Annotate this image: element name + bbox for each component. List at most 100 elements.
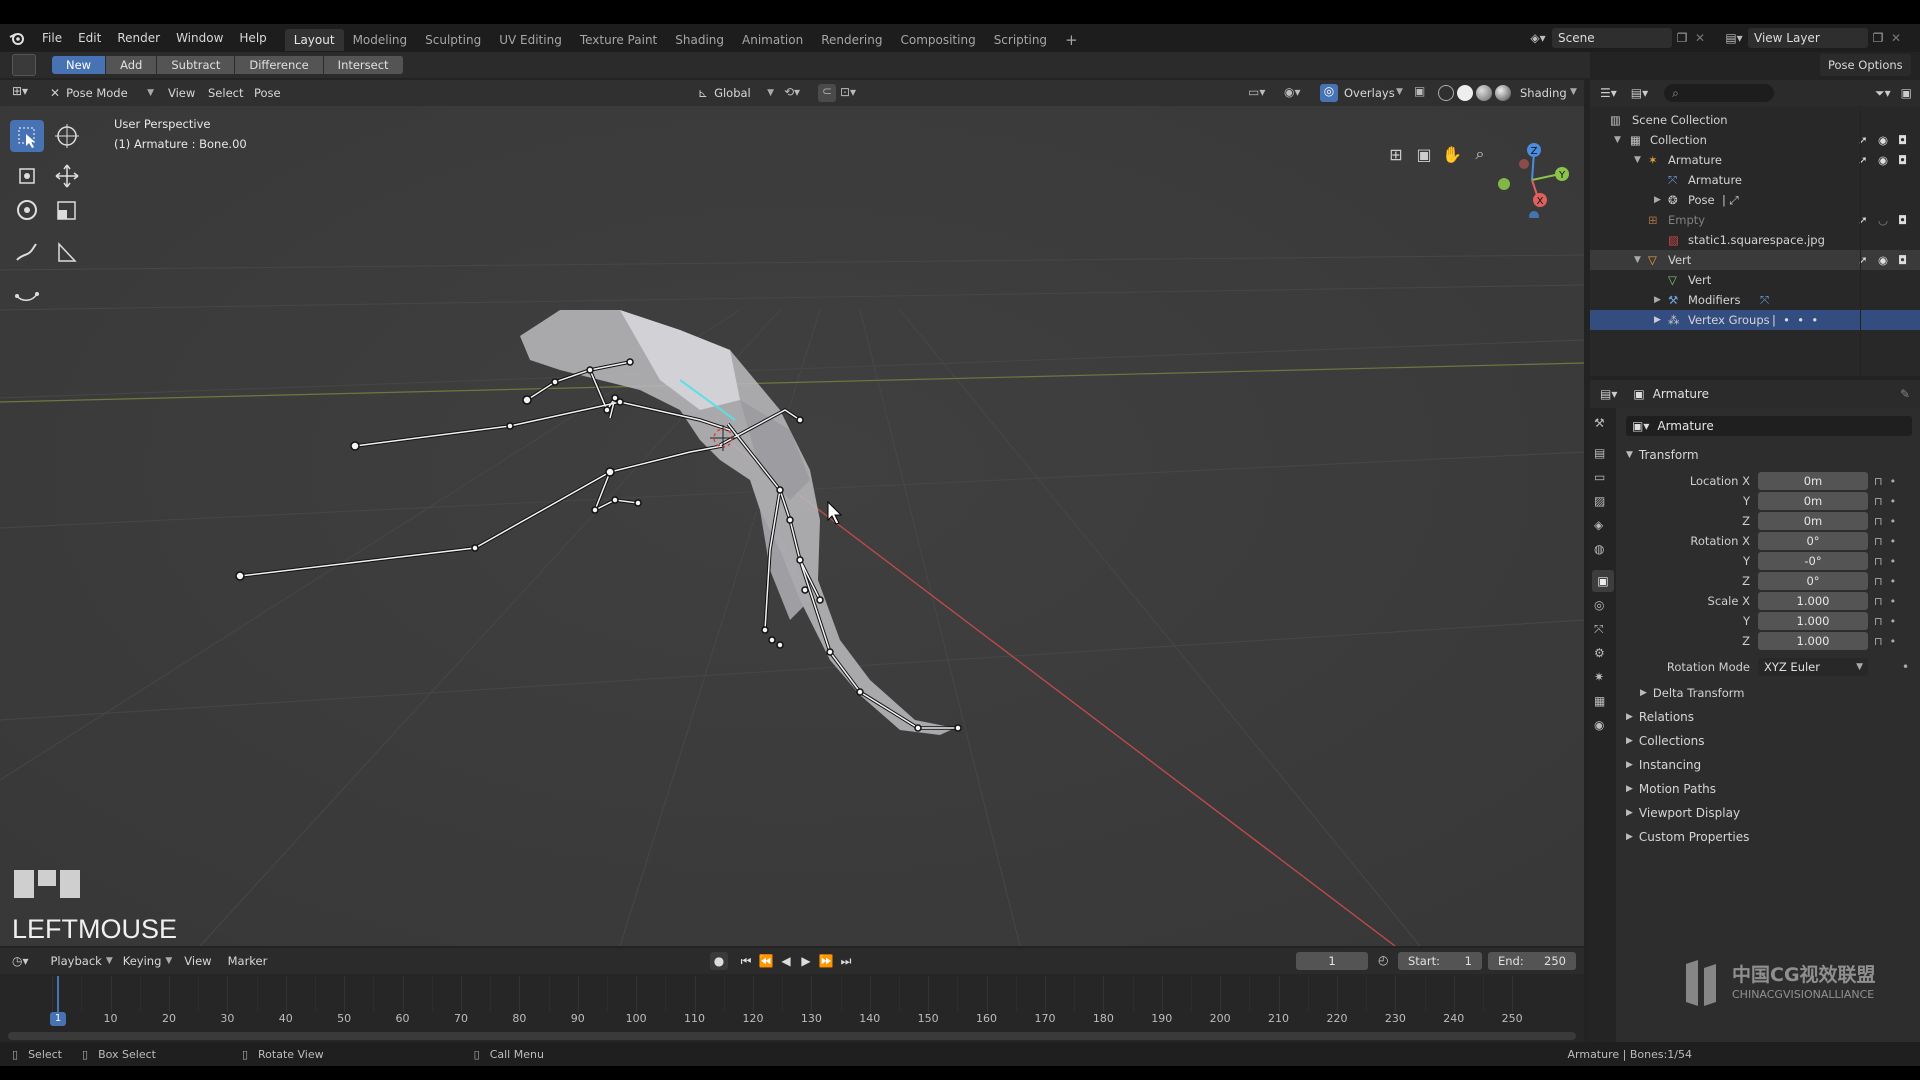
blender-logo-icon[interactable] (0, 24, 34, 52)
frame-ruler[interactable]: 1 10 20 30 40 50 60 70 80 90 100 110 120 130 140 150 16… (8, 976, 1576, 1028)
pose-options-button[interactable]: Pose Options (1820, 54, 1911, 76)
keyframe-dot-icon[interactable]: • (1902, 660, 1909, 674)
mode-intersect-button[interactable]: Intersect (323, 56, 404, 74)
eye-icon[interactable]: ◉ (1878, 150, 1888, 170)
snap-target-icon[interactable]: ⊡▾ (840, 85, 856, 99)
outliner-row-collection[interactable]: ▼ ▦ Collection ➚ ◉ ◘ (1590, 130, 1920, 150)
lock-icon[interactable]: ⊓ • (1874, 472, 1910, 492)
menu-render[interactable]: Render (109, 24, 168, 52)
toggle-grid-icon[interactable]: ⊞ (1382, 145, 1410, 164)
tab-rendering[interactable]: Rendering (812, 29, 891, 51)
timeline-editor-icon[interactable]: ◷▾ (12, 954, 29, 968)
new-scene-icon[interactable]: ❐ (1672, 31, 1692, 45)
tab-sculpting[interactable]: Sculpting (416, 29, 490, 51)
location-y-field[interactable]: 0m (1758, 492, 1868, 510)
eye-icon[interactable]: ◉ (1878, 250, 1888, 270)
expand-arrow-icon[interactable]: ▼ (1634, 250, 1641, 270)
jump-keyframe-back-icon[interactable]: ⏪ (756, 954, 776, 968)
bone-tab-icon[interactable]: ◉ (1594, 718, 1604, 732)
motion-paths-panel-header[interactable]: ▶ Motion Paths (1626, 782, 1716, 796)
current-frame-field[interactable]: 1 (1296, 952, 1368, 970)
display-mode-icon[interactable]: ▤▾ (1631, 86, 1648, 100)
scale-z-field[interactable]: 1.000 (1758, 632, 1868, 650)
pan-view-icon[interactable]: ✋ (1438, 145, 1466, 164)
end-frame-field[interactable]: End: 250 (1488, 952, 1576, 970)
outliner-row-vert-mesh[interactable]: ▽ Vert (1590, 270, 1920, 290)
physics-tab-icon[interactable]: ⤧ (1594, 622, 1604, 637)
shading-popover[interactable]: Shading (1520, 86, 1567, 100)
view-layer-tab-icon[interactable]: ▨ (1594, 494, 1605, 508)
delete-view-layer-icon[interactable]: ✕ (1888, 31, 1904, 45)
start-frame-field[interactable]: Start: 1 (1398, 952, 1482, 970)
mode-dropdown[interactable]: ✕ Pose Mode ▼ (50, 84, 154, 102)
custom-properties-panel-header[interactable]: ▶ Custom Properties (1626, 830, 1749, 844)
tab-modeling[interactable]: Modeling (344, 29, 417, 51)
outliner-row-scene-collection[interactable]: ▥ Scene Collection (1590, 110, 1920, 130)
annotate-tool-icon[interactable] (10, 236, 44, 268)
tab-animation[interactable]: Animation (733, 29, 812, 51)
scale-tool-icon[interactable] (50, 194, 84, 226)
object-tab-icon[interactable]: ▣ (1592, 570, 1614, 592)
chevron-down-icon[interactable]: ▼ (1396, 87, 1403, 97)
wireframe-shading-icon[interactable] (1438, 85, 1454, 101)
jump-keyframe-forward-icon[interactable]: ⏩ (816, 954, 836, 968)
menu-select[interactable]: Select (208, 86, 243, 100)
rotation-z-field[interactable]: 0° (1758, 572, 1868, 590)
outliner-row-vert[interactable]: ▼ ▽ Vert ➚ ◉ ◘ (1590, 250, 1920, 270)
snap-icon[interactable]: ⊂ (818, 84, 836, 102)
camera-icon[interactable]: ◘ (1898, 130, 1907, 150)
transform-tool-icon[interactable] (10, 160, 44, 192)
menu-file[interactable]: File (34, 24, 70, 52)
tab-layout[interactable]: Layout (284, 29, 344, 51)
camera-icon[interactable]: ◘ (1898, 150, 1907, 170)
filter-icon[interactable]: ⏷▾ (1875, 86, 1891, 101)
overlays-label[interactable]: Overlays (1344, 86, 1395, 100)
xray-toggle-icon[interactable]: ▣ (1414, 84, 1425, 98)
menu-pose[interactable]: Pose (254, 86, 281, 100)
bone-size-tool-icon[interactable] (10, 278, 44, 310)
outliner-row-armature[interactable]: ▼ ✶ Armature ➚ ◉ ◘ (1590, 150, 1920, 170)
lock-icon[interactable]: ⊓ • (1874, 492, 1910, 512)
collections-panel-header[interactable]: ▶ Collections (1626, 734, 1705, 748)
material-shading-icon[interactable] (1476, 85, 1492, 101)
tab-texture-paint[interactable]: Texture Paint (571, 29, 666, 51)
pivot-point-icon[interactable]: ⟲▾ (784, 85, 800, 99)
expand-arrow-icon[interactable]: ▶ (1654, 310, 1661, 330)
outliner-row-modifiers[interactable]: ▶ ⚒ Modifiers ⤧ (1590, 290, 1920, 310)
render-tab-icon[interactable]: ▤ (1594, 446, 1605, 460)
mode-subtract-button[interactable]: Subtract (157, 56, 236, 74)
data-tab-icon[interactable]: ✷ (1594, 670, 1604, 684)
chevron-down-icon[interactable]: ▼ (1570, 87, 1577, 97)
expand-arrow-icon[interactable]: ▶ (1654, 190, 1661, 210)
scale-y-field[interactable]: 1.000 (1758, 612, 1868, 630)
play-icon[interactable]: ▶ (796, 954, 816, 968)
rotation-mode-dropdown[interactable]: XYZ Euler ▼ (1758, 658, 1868, 676)
expand-arrow-icon[interactable]: ▼ (1634, 150, 1641, 170)
camera-icon[interactable]: ◘ (1898, 210, 1907, 230)
rendered-shading-icon[interactable] (1495, 85, 1511, 101)
modifier-tab-icon[interactable]: ◎ (1594, 598, 1604, 612)
rotation-y-field[interactable]: -0° (1758, 552, 1868, 570)
object-name-field[interactable]: ▣▾ Armature (1626, 416, 1912, 436)
tab-compositing[interactable]: Compositing (891, 29, 984, 51)
camera-view-icon[interactable]: ▣ (1410, 145, 1438, 164)
3d-viewport[interactable]: ⊞▾ ✕ Pose Mode ▼ View Select Pose ⊾ Glob… (0, 80, 1584, 946)
scene-tab-icon[interactable]: ◈ (1594, 518, 1603, 532)
timeline-scrollbar[interactable] (8, 1032, 1576, 1040)
stopwatch-icon[interactable]: ◴ (1378, 953, 1388, 967)
menu-view[interactable]: View (168, 86, 195, 100)
mode-new-button[interactable]: New (52, 56, 107, 74)
location-z-field[interactable]: 0m (1758, 512, 1868, 530)
navigation-gizmo[interactable]: Z Y X (1484, 138, 1580, 218)
delete-scene-icon[interactable]: ✕ (1692, 31, 1708, 45)
eye-closed-icon[interactable]: ◡ (1878, 210, 1888, 230)
mode-add-button[interactable]: Add (106, 56, 158, 74)
new-collection-icon[interactable]: ▣ (1901, 86, 1912, 100)
scene-name-field[interactable]: Scene (1552, 28, 1672, 48)
transform-panel-header[interactable]: ▼ Transform (1626, 448, 1699, 462)
location-x-field[interactable]: 0m (1758, 472, 1868, 490)
add-workspace-button[interactable]: + (1056, 29, 1087, 51)
lock-icon[interactable]: ⊓ • (1874, 552, 1910, 572)
lock-icon[interactable]: ⊓ • (1874, 512, 1910, 532)
menu-edit[interactable]: Edit (70, 24, 109, 52)
